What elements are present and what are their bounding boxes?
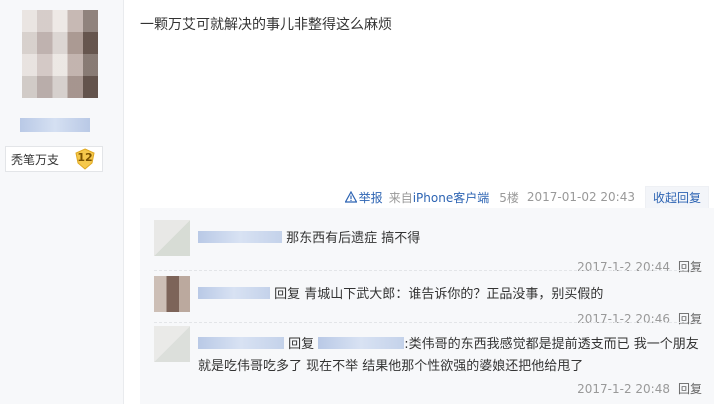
report-label: 举报 bbox=[358, 190, 383, 205]
reply-avatar[interactable] bbox=[154, 220, 190, 256]
reply-time: 2017-1-2 20:44 bbox=[577, 260, 670, 274]
level-badge-icon: 12 bbox=[74, 148, 96, 170]
reply-prefix: 回复 bbox=[288, 337, 315, 352]
reply-body: 回复 :类伟哥的东西我感觉都是提前透支而已 我一个朋友就是吃伟哥吃多了 现在不举… bbox=[198, 334, 702, 378]
author-badge[interactable]: 秃笔万支 12 bbox=[5, 146, 103, 172]
reply-button[interactable]: 回复 bbox=[678, 260, 702, 274]
device-link[interactable]: iPhone客户端 bbox=[413, 191, 490, 205]
device-prefix: 来自 bbox=[388, 190, 413, 205]
reply-meta: 2017-1-2 20:46 回复 bbox=[577, 310, 702, 327]
badge-label: 秃笔万支 bbox=[11, 152, 60, 167]
reply-meta: 2017-1-2 20:48 回复 bbox=[577, 380, 702, 397]
device-info: 来自iPhone客户端 bbox=[389, 189, 490, 206]
reply-prefix: 回复 bbox=[274, 287, 301, 302]
reply-divider bbox=[154, 270, 702, 271]
reply-body: 回复 青城山下武大郎：谁告诉你的？正品没事，别买假的 bbox=[198, 284, 702, 306]
reply-target-blurred[interactable] bbox=[318, 337, 405, 349]
author-name-blurred[interactable] bbox=[20, 118, 90, 132]
reply-body: 那东西有后遗症 搞不得 bbox=[198, 228, 702, 250]
author-avatar[interactable] bbox=[22, 10, 98, 98]
post-time: 2017-01-02 20:43 bbox=[526, 190, 635, 204]
post-tail: 举报 来自iPhone客户端 5楼 2017-01-02 20:43 收起回复 bbox=[344, 186, 709, 208]
reply-avatar[interactable] bbox=[154, 326, 190, 362]
post-content: 一颗万艾可就解决的事儿非整得这么麻烦 bbox=[140, 17, 392, 33]
warning-triangle-icon bbox=[344, 191, 357, 203]
reply-text: 那东西有后遗症 搞不得 bbox=[286, 231, 421, 246]
reply-avatar[interactable] bbox=[154, 276, 190, 312]
reply-text: ：谁告诉你的？正品没事，别买假的 bbox=[395, 287, 604, 302]
reply-list: 那东西有后遗症 搞不得 2017-1-2 20:44 回复 回复 青城山下武大郎：… bbox=[140, 208, 714, 404]
floor-number: 5楼 bbox=[499, 190, 519, 205]
author-panel: 秃笔万支 12 bbox=[0, 0, 124, 404]
reply-button[interactable]: 回复 bbox=[678, 382, 702, 396]
reply-button[interactable]: 回复 bbox=[678, 312, 702, 326]
report-link[interactable]: 举报 bbox=[344, 189, 383, 206]
reply-target[interactable]: 青城山下武大郎 bbox=[304, 287, 395, 302]
reply-time: 2017-1-2 20:46 bbox=[577, 312, 670, 326]
level-number: 12 bbox=[77, 151, 93, 164]
reply-user-name[interactable] bbox=[198, 287, 270, 299]
reply-meta: 2017-1-2 20:44 回复 bbox=[577, 258, 702, 275]
collapse-replies-button[interactable]: 收起回复 bbox=[645, 186, 709, 208]
reply-divider bbox=[154, 322, 702, 323]
reply-time: 2017-1-2 20:48 bbox=[577, 382, 670, 396]
reply-user-name[interactable] bbox=[198, 231, 282, 243]
reply-user-name[interactable] bbox=[198, 337, 284, 349]
